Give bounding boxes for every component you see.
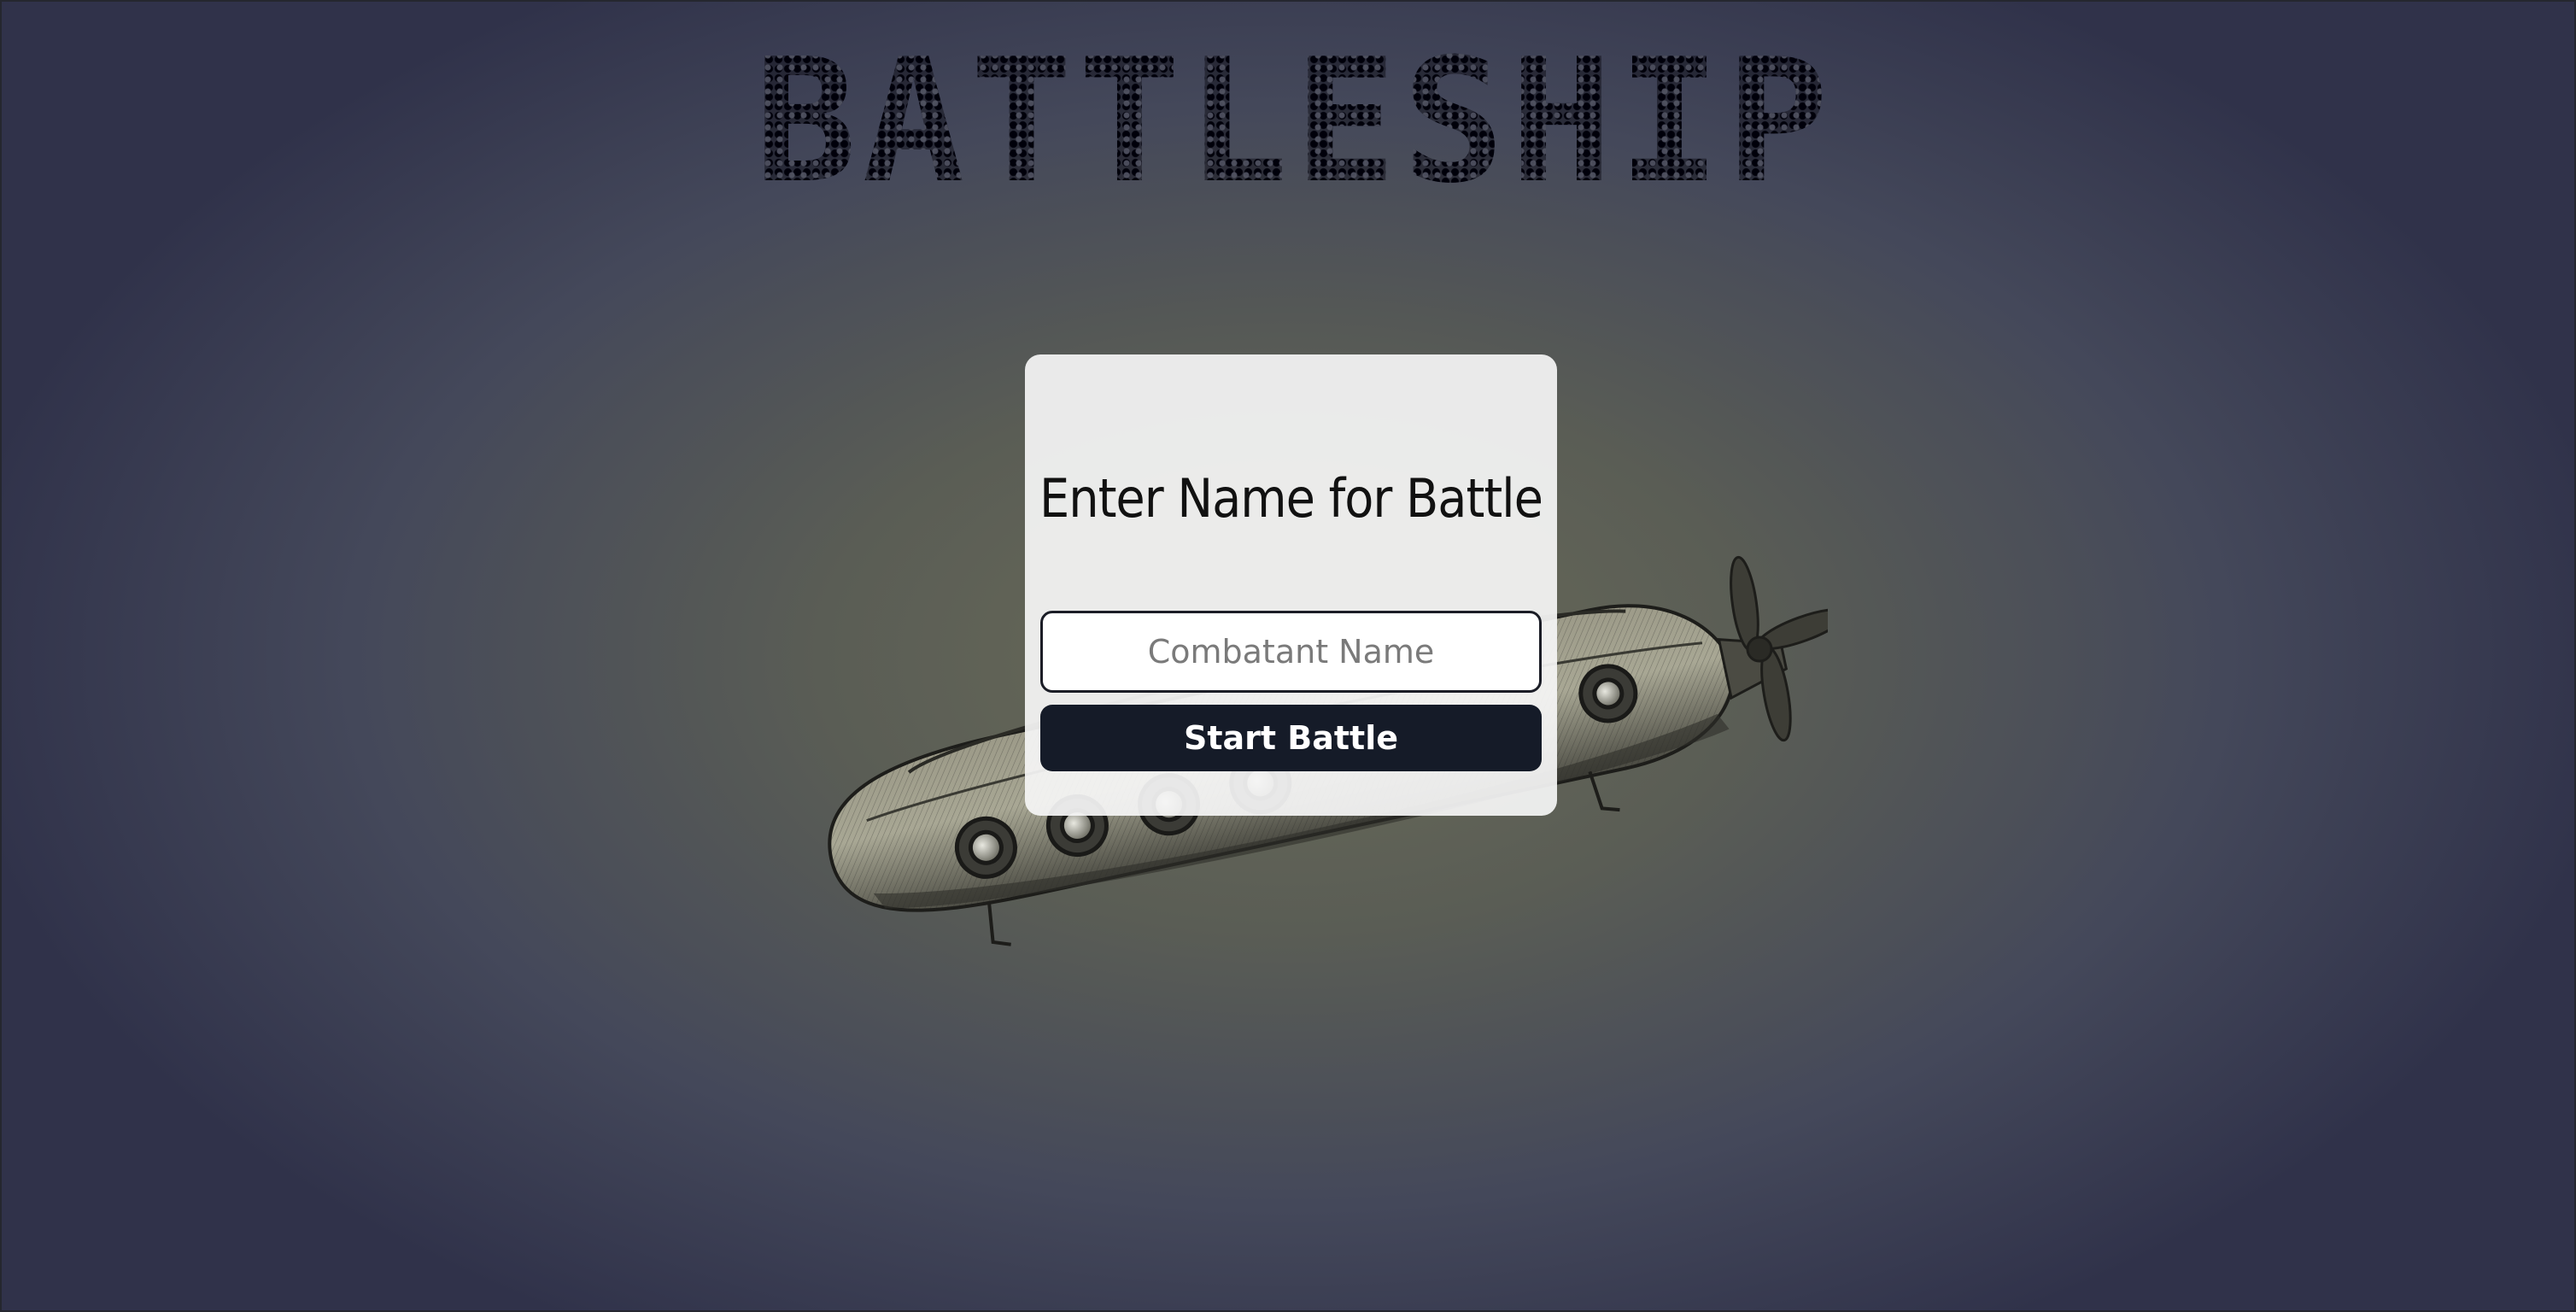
combatant-name-input[interactable] [1040,611,1542,693]
start-battle-button[interactable]: Start Battle [1040,705,1542,771]
game-title: BATTLESHIP [666,50,1922,195]
modal-heading: Enter Name for Battle [1039,467,1543,530]
title-area: BATTLESHIP BATTLESHIP [666,37,1922,208]
name-entry-modal: Enter Name for Battle Start Battle [1025,354,1557,816]
